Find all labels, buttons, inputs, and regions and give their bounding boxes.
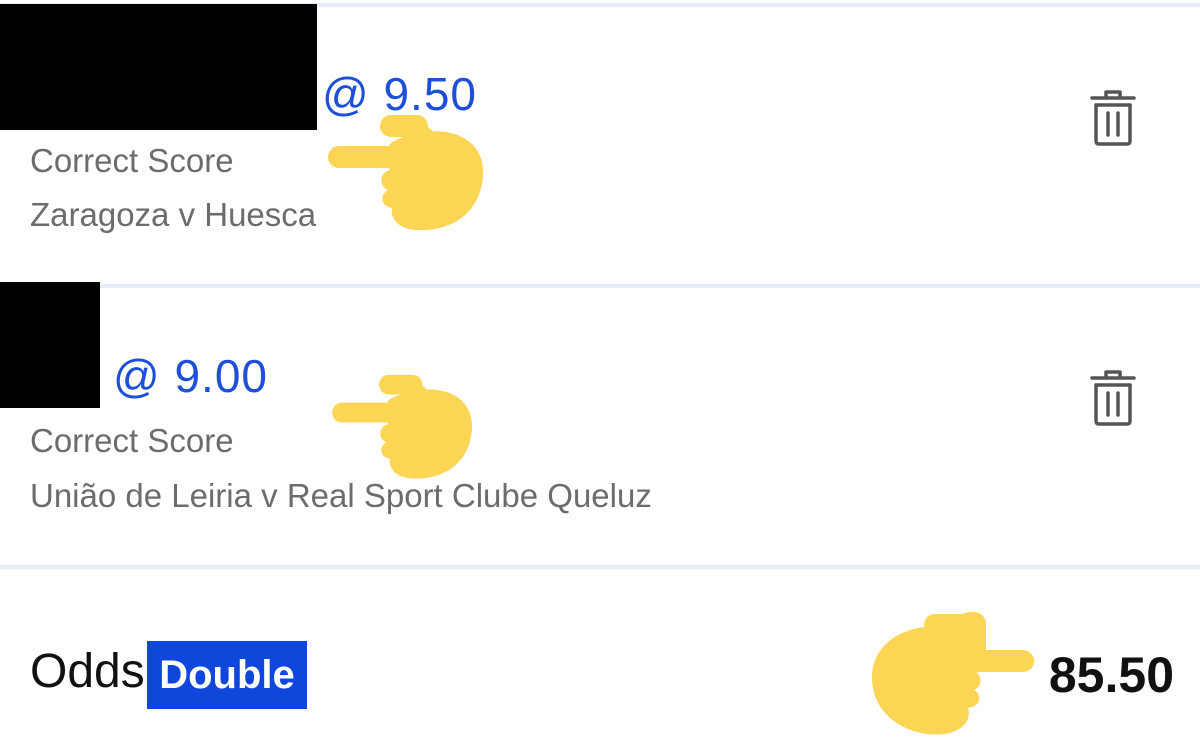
pointing-hand-icon xyxy=(332,374,473,479)
selection-odds: @ 9.50 xyxy=(322,68,478,120)
selection-divider xyxy=(0,284,1200,288)
bet-type-badge: Double xyxy=(147,641,307,709)
redacted-selection-name xyxy=(0,282,100,408)
selection-odds: @ 9.00 xyxy=(113,350,269,402)
redacted-selection-name xyxy=(0,4,317,130)
pointing-hand-icon xyxy=(871,612,1034,735)
total-odds-value: 85.50 xyxy=(1048,647,1174,703)
selection-event: União de Leiria v Real Sport Clube Quelu… xyxy=(30,477,652,514)
odds-label: Odds xyxy=(30,645,145,698)
trash-icon[interactable] xyxy=(1088,89,1138,147)
pointing-hand-icon xyxy=(328,115,484,231)
selection-market: Correct Score xyxy=(30,422,234,459)
summary-divider xyxy=(0,565,1200,569)
selection-event: Zaragoza v Huesca xyxy=(30,196,317,233)
trash-icon[interactable] xyxy=(1088,369,1138,427)
selection-market: Correct Score xyxy=(30,142,234,179)
